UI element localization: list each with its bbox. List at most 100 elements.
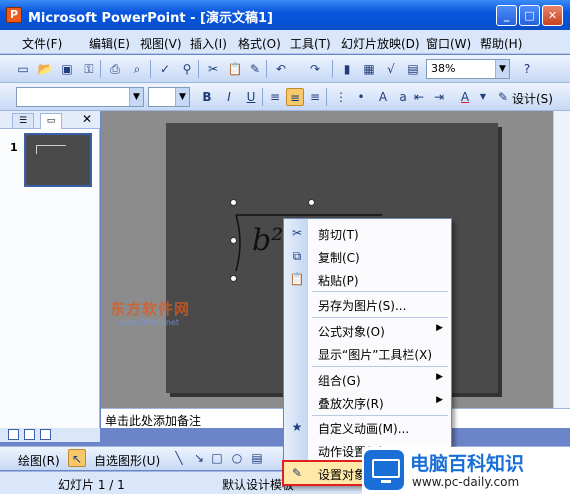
window-title: Microsoft PowerPoint - [演示文稿1] <box>28 11 273 26</box>
zoom-select[interactable]: 38% ▼ <box>426 59 510 79</box>
resize-handle[interactable] <box>308 199 315 206</box>
cut-icon[interactable]: ✂ <box>204 60 222 78</box>
toolbar-separator <box>198 60 199 78</box>
context-menu: ✂ 剪切(T) ⧉ 复制(C) 📋 粘贴(P) 另存为图片(S)... 公式对象… <box>282 218 452 486</box>
resize-handle[interactable] <box>230 237 237 244</box>
chevron-down-icon[interactable]: ▼ <box>175 88 189 106</box>
redo-icon[interactable]: ↷ <box>306 60 324 78</box>
design-icon[interactable]: ✎ <box>494 88 512 106</box>
vertical-scrollbar[interactable] <box>553 111 570 408</box>
resize-handle[interactable] <box>230 275 237 282</box>
bold-icon[interactable]: B <box>198 88 216 106</box>
spelling-icon[interactable]: ✓ <box>156 60 174 78</box>
permission-icon[interactable]: ⚿ <box>80 60 98 78</box>
align-center-icon[interactable]: ≡ <box>286 88 304 106</box>
site-branding: 电脑百科知识 www.pc-daily.com <box>362 447 570 494</box>
font-size-select[interactable]: ▼ <box>148 87 190 107</box>
maximize-button[interactable]: □ <box>519 5 540 26</box>
align-right-icon[interactable]: ≡ <box>306 88 324 106</box>
toolbar-separator <box>266 60 267 78</box>
menu-item-order[interactable]: 叠放次序(R) ▶ <box>284 391 451 413</box>
font-color-icon[interactable]: A <box>456 88 474 106</box>
menu-item-save-as-picture[interactable]: 另存为图片(S)... <box>284 293 451 315</box>
zoom-value: 38% <box>431 62 456 75</box>
insert-equation-icon[interactable]: √ <box>382 60 400 78</box>
resize-handle[interactable] <box>230 199 237 206</box>
new-icon[interactable]: ▭ <box>14 60 32 78</box>
monitor-stand <box>381 480 391 483</box>
help-icon[interactable]: ? <box>518 60 536 78</box>
pane-tabs: ☰ ▭ ✕ <box>0 111 100 129</box>
research-icon[interactable]: ⚲ <box>178 60 196 78</box>
slideshow-icon[interactable] <box>40 429 51 440</box>
oval-icon[interactable]: ○ <box>228 449 246 467</box>
menu-separator <box>312 317 448 318</box>
tab-outline[interactable]: ☰ <box>12 113 34 129</box>
menu-item-label: 另存为图片(S)... <box>318 299 407 313</box>
increase-indent-icon[interactable]: ⇥ <box>430 88 448 106</box>
menu-item-label: 显示“图片”工具栏(X) <box>318 348 433 362</box>
italic-icon[interactable]: I <box>220 88 238 106</box>
slide-counter: 幻灯片 1 / 1 <box>58 478 125 492</box>
menu-tools[interactable]: 工具(T) <box>290 35 331 52</box>
menu-slideshow[interactable]: 幻灯片放映(D) <box>341 35 420 52</box>
normal-view-icon[interactable] <box>8 429 19 440</box>
slide-sorter-icon[interactable] <box>24 429 35 440</box>
decrease-indent-icon[interactable]: ⇤ <box>410 88 428 106</box>
select-objects-icon[interactable]: ↖ <box>68 449 86 467</box>
format-painter-icon[interactable]: ✎ <box>246 60 264 78</box>
close-icon[interactable]: ✕ <box>82 112 92 126</box>
bullets-icon[interactable]: • <box>352 88 370 106</box>
title-bar: P Microsoft PowerPoint - [演示文稿1] _ □ ✕ <box>0 0 570 30</box>
close-button[interactable]: ✕ <box>542 5 563 26</box>
menu-item-format-object[interactable]: ✎ 设置对象 <box>282 460 366 486</box>
menu-file[interactable]: 文件(F) <box>22 35 62 52</box>
align-left-icon[interactable]: ≡ <box>266 88 284 106</box>
menu-item-label: 公式对象(O) <box>318 325 385 339</box>
increase-font-icon[interactable]: A <box>374 88 392 106</box>
textbox-icon[interactable]: ▤ <box>248 449 266 467</box>
rectangle-icon[interactable]: □ <box>208 449 226 467</box>
menu-edit[interactable]: 编辑(E) <box>89 35 130 52</box>
chevron-down-icon[interactable]: ▼ <box>129 88 143 106</box>
save-icon[interactable]: ▣ <box>58 60 76 78</box>
tab-slides[interactable]: ▭ <box>40 113 62 129</box>
menu-item-paste[interactable]: 📋 粘贴(P) <box>284 268 451 290</box>
font-select[interactable]: ▼ <box>16 87 144 107</box>
minimize-button[interactable]: _ <box>496 5 517 26</box>
show-grid-icon[interactable]: ▤ <box>404 60 422 78</box>
submenu-arrow-icon: ▶ <box>436 323 443 333</box>
menu-item-label: 叠放次序(R) <box>318 397 384 411</box>
insert-chart-icon[interactable]: ▮ <box>338 60 356 78</box>
chevron-down-icon[interactable]: ▼ <box>495 60 509 78</box>
menu-item-group[interactable]: 组合(G) ▶ <box>284 368 451 390</box>
draw-menu-button[interactable]: 绘图(R) <box>18 452 60 469</box>
autoshapes-button[interactable]: 自选图形(U) <box>94 452 160 469</box>
open-icon[interactable]: 📂 <box>36 60 54 78</box>
menu-window[interactable]: 窗口(W) <box>426 35 471 52</box>
menu-format[interactable]: 格式(O) <box>238 35 281 52</box>
underline-icon[interactable]: U <box>242 88 260 106</box>
menu-item-copy[interactable]: ⧉ 复制(C) <box>284 245 451 267</box>
menu-insert[interactable]: 插入(I) <box>190 35 227 52</box>
print-icon[interactable]: ⎙ <box>106 60 124 78</box>
menu-item-custom-animation[interactable]: ★ 自定义动画(M)... <box>284 416 451 438</box>
chevron-down-icon[interactable]: ▼ <box>474 88 492 106</box>
menu-item-equation-object[interactable]: 公式对象(O) ▶ <box>284 319 451 341</box>
numbering-icon[interactable]: ⋮ <box>332 88 350 106</box>
paste-icon[interactable]: 📋 <box>226 60 244 78</box>
line-icon[interactable]: ╲ <box>170 449 188 467</box>
menu-help[interactable]: 帮助(H) <box>480 35 522 52</box>
arrow-icon[interactable]: ↘ <box>190 449 208 467</box>
menu-item-label: 设置对象 <box>318 468 367 482</box>
powerpoint-app-icon[interactable]: P <box>6 7 22 23</box>
undo-icon[interactable]: ↶ <box>272 60 290 78</box>
toolbar-separator <box>332 60 333 78</box>
design-button[interactable]: 设计(S) <box>512 90 553 107</box>
menu-view[interactable]: 视图(V) <box>140 35 182 52</box>
menu-item-show-picture-toolbar[interactable]: 显示“图片”工具栏(X) <box>284 342 451 364</box>
slide-thumbnail[interactable] <box>24 133 92 187</box>
menu-item-cut[interactable]: ✂ 剪切(T) <box>284 222 451 244</box>
print-preview-icon[interactable]: ⌕ <box>128 60 146 78</box>
insert-table-icon[interactable]: ▦ <box>360 60 378 78</box>
